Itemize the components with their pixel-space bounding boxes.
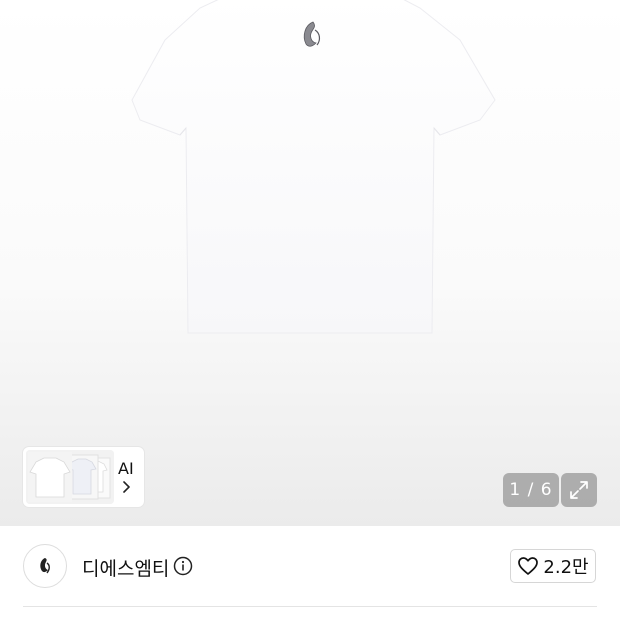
divider (23, 606, 597, 607)
ai-label: AI (118, 459, 134, 478)
product-image-gallery[interactable]: AI 1 / 6 (0, 0, 620, 526)
brand-name[interactable]: 디에스엠티 (82, 554, 169, 581)
brand-logo[interactable] (23, 544, 67, 588)
ai-thumbnails (26, 450, 114, 504)
expand-icon (570, 481, 588, 499)
wishlist-count: 2.2만 (543, 557, 589, 578)
chevron-right-icon (123, 481, 130, 493)
brand-logo-icon (40, 558, 50, 574)
info-icon[interactable] (173, 556, 193, 576)
expand-button[interactable] (561, 473, 597, 507)
image-counter: 1 / 6 (503, 473, 559, 507)
wishlist-button[interactable]: 2.2만 (510, 549, 596, 583)
ai-recommend-card[interactable]: AI (23, 447, 144, 507)
heart-icon (518, 557, 539, 575)
